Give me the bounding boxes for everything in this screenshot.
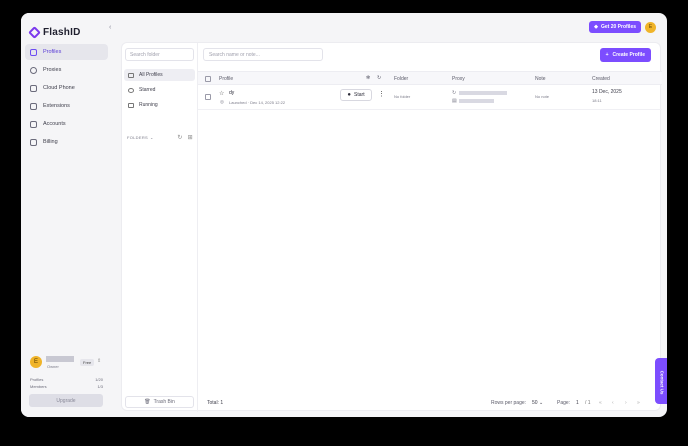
star-icon[interactable]: ☆ [219,90,224,97]
stat-members: Members 1/3 [30,384,103,389]
proxy-location-redacted [459,99,494,103]
proxies-icon [30,66,37,74]
first-page-icon[interactable]: « [599,400,602,406]
proxy-redacted [459,91,507,95]
stat-profiles: Profiles 1/20 [30,377,103,382]
select-all-checkbox[interactable] [205,76,211,82]
billing-icon [30,138,37,146]
star-icon [128,87,134,93]
col-proxy: Proxy [452,76,465,82]
sidebar-item-label: Proxies [43,67,62,73]
app-window: FlashID ‹ Profiles Proxies Cloud Phone E… [21,13,667,417]
profile-name: dy [229,90,235,96]
contact-us-label: Contact Us [659,370,665,395]
total-count: Total: 1 [207,400,224,406]
plan-badge: Free [80,359,95,366]
sidebar-item-label: Accounts [43,121,66,127]
folder-starred[interactable]: Starred [124,84,195,96]
sidebar-item-label: Profiles [43,49,62,55]
col-note: Note [535,76,546,82]
profile-search-input[interactable]: Search name or note... [203,48,323,61]
flag-icon: ▤ [452,98,457,104]
diamond-icon: ◆ [594,24,598,30]
profile-folder: No folder [394,94,411,99]
created-date: 13 Dec, 2025 [592,89,622,95]
profiles-icon [30,48,37,56]
sidebar-item-cloud-phone[interactable]: Cloud Phone [25,80,108,96]
trash-bin-button[interactable]: 🗑 Trash Bin [125,396,194,408]
phone-icon [30,84,37,92]
extensions-icon [30,102,37,110]
top-avatar[interactable]: E [645,21,656,33]
upgrade-button[interactable]: Upgrade [29,394,103,407]
user-role: Owner [47,364,59,369]
list-icon [128,72,134,78]
settings-icon[interactable]: ✻ [366,75,370,81]
sidebar-item-profiles[interactable]: Profiles [25,44,108,60]
sidebar-item-label: Cloud Phone [43,85,75,91]
profile-note: No note [535,94,550,99]
user-name-redacted [46,356,74,362]
folder-running[interactable]: Running [124,99,195,111]
folders-section-header: FOLDERS ⌄ ↻ ⊞ [127,134,193,141]
next-page-icon[interactable]: › [625,400,627,406]
row-checkbox[interactable] [205,94,211,100]
sidebar-item-label: Extensions [43,103,70,109]
user-card[interactable]: E Owner Free ⇕ Profiles 1/20 Members 1/3 U… [25,351,108,411]
content-panel: Search folder All Profiles Starred Runni… [121,42,662,412]
sidebar-item-billing[interactable]: Billing [25,134,108,150]
launched-text: Launched · Dec 14, 2025 12:22 [229,100,286,105]
app-logo: FlashID [28,26,81,39]
get-profiles-button[interactable]: ◆ Get 20 Profiles [589,21,641,33]
accounts-icon [30,120,37,128]
last-page-icon[interactable]: » [637,400,640,406]
sidebar-item-extensions[interactable]: Extensions [25,98,108,114]
created-time: 18:11 [592,98,602,103]
chevron-updown-icon: ⇕ [97,358,102,364]
rows-per-page-label: Rows per page: [491,400,527,406]
sidebar-item-label: Billing [43,139,58,145]
total-pages: / 1 [585,400,591,406]
proxy-refresh-icon: ↻ [452,90,457,96]
refresh-icon[interactable]: ↻ [177,134,182,141]
current-page-input[interactable]: 1 [576,400,579,406]
folder-search-input[interactable]: Search folder [125,48,194,61]
profiles-content: Search name or note... + Create Profile P… [198,43,662,412]
apple-icon: ● [347,92,352,98]
page-label: Page: [557,400,571,406]
sidebar: FlashID ‹ Profiles Proxies Cloud Phone E… [21,13,111,417]
folders-panel: Search folder All Profiles Starred Runni… [122,43,198,412]
chevron-down-icon[interactable]: ⌄ [150,135,154,140]
avatar: E [30,356,42,368]
logo-icon [28,26,41,39]
plus-icon: + [605,52,609,58]
sidebar-item-proxies[interactable]: Proxies [25,62,108,78]
sidebar-nav: Profiles Proxies Cloud Phone Extensions … [25,44,108,152]
col-profile: Profile [219,76,234,82]
col-created: Created [592,76,610,82]
prev-page-icon[interactable]: ‹ [612,400,614,406]
app-name: FlashID [43,27,81,38]
add-folder-icon[interactable]: ⊞ [188,134,193,141]
col-folder: Folder [394,76,409,82]
sidebar-item-accounts[interactable]: Accounts [25,116,108,132]
launched-icon: ◎ [220,99,224,104]
main-area: ◆ Get 20 Profiles E Search folder All Pro… [111,13,667,417]
contact-us-button[interactable]: Contact Us [655,358,667,404]
trash-icon: 🗑 [144,399,151,405]
start-button[interactable]: ● Start [340,89,372,101]
more-options-icon[interactable]: ⋮ [378,90,385,98]
running-icon [128,102,134,108]
topbar: ◆ Get 20 Profiles E [589,21,656,33]
table-header: Profile ✻ ↻ Folder Proxy Note Created [198,71,662,85]
refresh-icon[interactable]: ↻ [377,75,381,81]
folder-all-profiles[interactable]: All Profiles [124,69,195,81]
rows-per-page-select[interactable]: 50 ⌄ [532,400,543,406]
create-profile-button[interactable]: + Create Profile [599,48,651,62]
table-row[interactable]: ☆ dy ◎ Launched · Dec 14, 2025 12:22 ● St… [198,85,662,110]
table-footer: Total: 1 Rows per page: 50 ⌄ Page: 1 / 1… [198,394,662,412]
